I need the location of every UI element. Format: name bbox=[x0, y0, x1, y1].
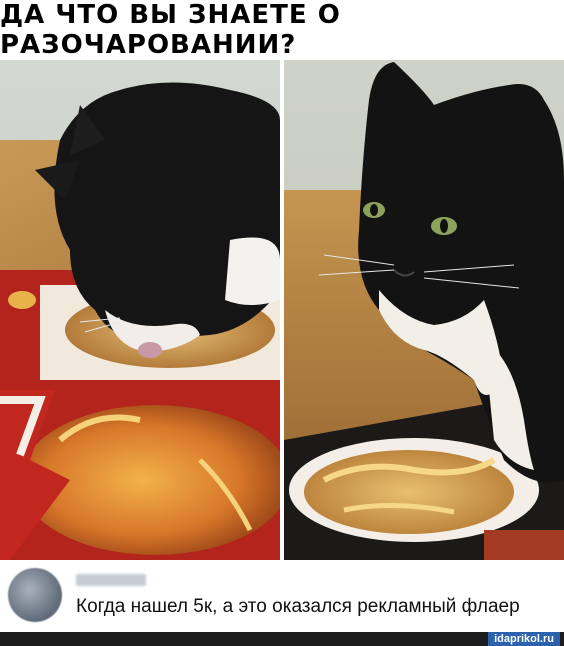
footer-bar: idaprikol.ru bbox=[0, 632, 564, 646]
avatar bbox=[8, 568, 62, 622]
cat-staring-photo bbox=[284, 60, 564, 560]
watermark: idaprikol.ru bbox=[488, 632, 560, 646]
comment-block: Когда нашел 5к, а это оказался рекламный… bbox=[0, 560, 564, 632]
blurred-username bbox=[76, 574, 146, 586]
photo-collage bbox=[0, 60, 564, 560]
meme-title: ДА ЧТО ВЫ ЗНАЕТЕ О РАЗОЧАРОВАНИИ? bbox=[0, 0, 341, 60]
comment-text: Когда нашел 5к, а это оказался рекламный… bbox=[76, 596, 520, 617]
cat-licking-flyer-photo bbox=[0, 60, 280, 560]
